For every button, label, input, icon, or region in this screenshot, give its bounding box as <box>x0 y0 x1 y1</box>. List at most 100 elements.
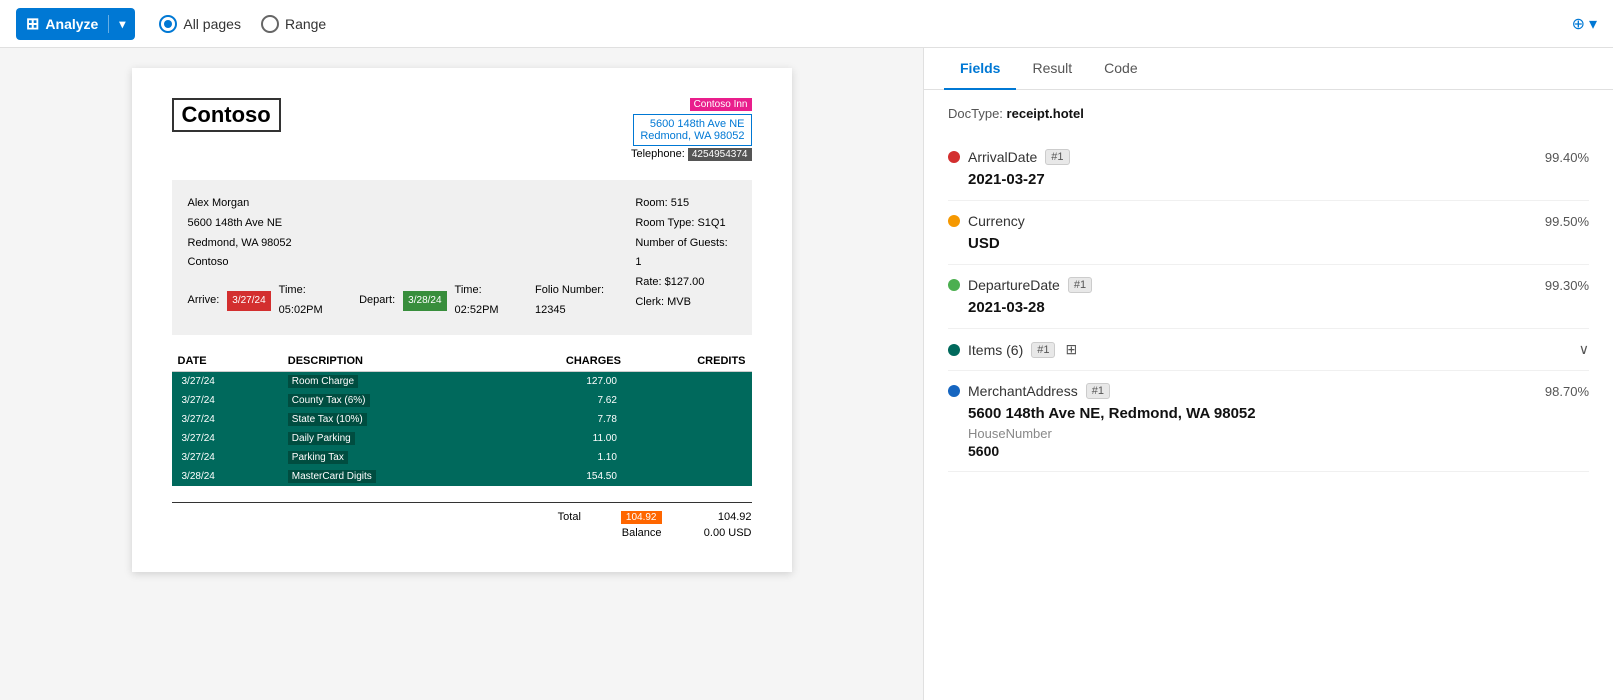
clerk: Clerk: MVB <box>635 293 735 313</box>
charges-tbody: 3/27/24 Room Charge 127.00 3/27/24 Count… <box>172 371 752 486</box>
all-pages-radio[interactable]: All pages <box>159 15 241 33</box>
room-number: Room: 515 <box>635 194 735 214</box>
field-header: Currency 99.50% <box>948 213 1589 229</box>
depart-date: 3/28/24 <box>403 291 446 311</box>
table-row: 3/27/24 State Tax (10%) 7.78 <box>172 410 752 429</box>
charge-credit <box>627 467 752 486</box>
charge-amount: 11.00 <box>488 429 626 448</box>
charge-credit <box>627 429 752 448</box>
field-badge: #1 <box>1045 149 1069 165</box>
total-label: Total <box>521 511 581 524</box>
charge-desc: State Tax (10%) <box>282 410 489 429</box>
guest-address1: 5600 148th Ave NE <box>188 214 636 234</box>
field-expand-icon[interactable]: ∨ <box>1579 341 1589 358</box>
charge-desc: County Tax (6%) <box>282 391 489 410</box>
charge-date: 3/27/24 <box>172 429 282 448</box>
balance-value: 0.00 USD <box>702 527 752 539</box>
range-radio-circle <box>261 15 279 33</box>
arrive-date: 3/27/24 <box>227 291 270 311</box>
tab-fields[interactable]: Fields <box>944 48 1016 90</box>
field-header: ArrivalDate #1 99.40% <box>948 149 1589 165</box>
col-charges: CHARGES <box>488 351 626 372</box>
table-icon: ⊞ <box>1065 341 1077 358</box>
guest-company: Contoso <box>188 253 636 273</box>
document-page: Contoso Contoso Inn 5600 148th Ave NE Re… <box>132 68 792 572</box>
charge-amount: 7.62 <box>488 391 626 410</box>
field-name: Items (6) <box>968 342 1023 358</box>
doc-address-block: Contoso Inn 5600 148th Ave NE Redmond, W… <box>631 98 752 160</box>
field-badge: #1 <box>1086 383 1110 399</box>
doctype-value: receipt.hotel <box>1007 106 1084 121</box>
doc-title: Contoso <box>172 98 281 132</box>
divider <box>108 15 109 33</box>
total-value: 104.92 <box>702 511 752 524</box>
doctype-label: DocType: <box>948 106 1003 121</box>
table-row: 3/28/24 MasterCard Digits 154.50 <box>172 467 752 486</box>
field-confidence: 99.50% <box>1545 214 1589 229</box>
depart-label: Depart: <box>359 291 395 311</box>
table-header-row: DATE DESCRIPTION CHARGES CREDITS <box>172 351 752 372</box>
field-value: 2021-03-27 <box>948 171 1589 188</box>
charge-date: 3/27/24 <box>172 448 282 467</box>
range-radio[interactable]: Range <box>261 15 326 33</box>
charge-desc: Daily Parking <box>282 429 489 448</box>
guest-address2: Redmond, WA 98052 <box>188 234 636 254</box>
field-sublabel: HouseNumber <box>948 426 1589 441</box>
guest-name: Alex Morgan <box>188 194 636 214</box>
table-row: 3/27/24 Daily Parking 11.00 <box>172 429 752 448</box>
room-type: Room Type: S1Q1 <box>635 214 735 234</box>
charge-date: 3/27/24 <box>172 391 282 410</box>
time1-label: Time: 05:02PM <box>279 281 351 321</box>
right-tabs: Fields Result Code <box>924 48 1613 90</box>
field-name: DepartureDate <box>968 277 1060 293</box>
all-pages-radio-circle <box>159 15 177 33</box>
layer-icon: ⊕ <box>1572 14 1585 34</box>
document-panel: Contoso Contoso Inn 5600 148th Ave NE Re… <box>0 48 923 700</box>
field-item: Items (6) #1 ⊞ ∨ <box>948 329 1589 371</box>
field-header: DepartureDate #1 99.30% <box>948 277 1589 293</box>
num-guests: Number of Guests: 1 <box>635 234 735 274</box>
totals-section: Total 104.92 104.92 Balance 0.00 USD <box>172 502 752 539</box>
col-credits: CREDITS <box>627 351 752 372</box>
field-name: MerchantAddress <box>968 383 1078 399</box>
tab-result[interactable]: Result <box>1016 48 1088 90</box>
field-item: MerchantAddress #1 98.70% 5600 148th Ave… <box>948 371 1589 472</box>
telephone-row: Telephone: 4254954374 <box>631 148 752 160</box>
charge-credit <box>627 391 752 410</box>
charge-amount: 154.50 <box>488 467 626 486</box>
field-dot <box>948 279 960 291</box>
arrive-label: Arrive: <box>188 291 220 311</box>
field-item: ArrivalDate #1 99.40% 2021-03-27 <box>948 137 1589 201</box>
charge-date: 3/27/24 <box>172 371 282 391</box>
telephone-value: 4254954374 <box>688 148 752 161</box>
layer-button[interactable]: ⊕ ▾ <box>1572 14 1597 34</box>
field-confidence: 99.30% <box>1545 278 1589 293</box>
charge-credit <box>627 410 752 429</box>
page-range-selector: All pages Range <box>159 15 326 33</box>
field-confidence: 99.40% <box>1545 150 1589 165</box>
charge-credit <box>627 448 752 467</box>
charge-desc: Parking Tax <box>282 448 489 467</box>
field-subvalue: 5600 <box>948 443 1589 459</box>
field-value: 5600 148th Ave NE, Redmond, WA 98052 <box>948 405 1589 422</box>
doctype-row: DocType: receipt.hotel <box>948 106 1589 121</box>
charge-amount: 7.78 <box>488 410 626 429</box>
field-item: DepartureDate #1 99.30% 2021-03-28 <box>948 265 1589 329</box>
field-item: Currency 99.50% USD <box>948 201 1589 265</box>
field-name: Currency <box>968 213 1025 229</box>
field-dot <box>948 215 960 227</box>
table-row: 3/27/24 Room Charge 127.00 <box>172 371 752 391</box>
field-badge: #1 <box>1068 277 1092 293</box>
charge-amount: 1.10 <box>488 448 626 467</box>
col-desc: DESCRIPTION <box>282 351 489 372</box>
field-name: ArrivalDate <box>968 149 1037 165</box>
field-confidence: 98.70% <box>1545 384 1589 399</box>
field-header: MerchantAddress #1 98.70% <box>948 383 1589 399</box>
charge-amount: 127.00 <box>488 371 626 391</box>
tab-code[interactable]: Code <box>1088 48 1153 90</box>
field-value: USD <box>948 235 1589 252</box>
analyze-button[interactable]: ⊞ Analyze ▾ <box>16 8 135 40</box>
right-content: DocType: receipt.hotel ArrivalDate #1 99… <box>924 90 1613 700</box>
field-value: 2021-03-28 <box>948 299 1589 316</box>
balance-label: Balance <box>602 527 662 539</box>
